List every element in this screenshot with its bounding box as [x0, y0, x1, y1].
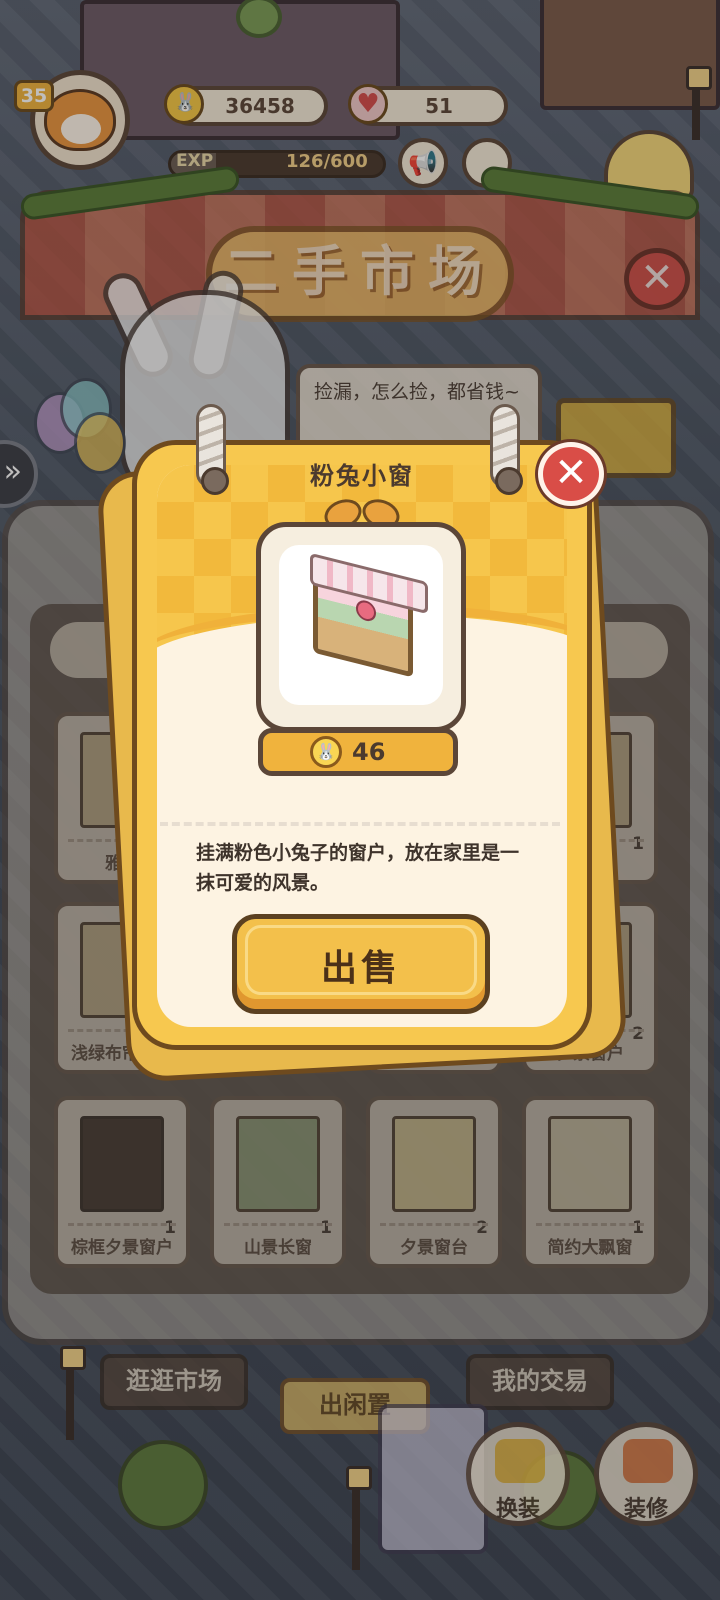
item-preview-frame — [256, 522, 466, 732]
item-description: 挂满粉色小兔子的窗户，放在家里是一抹可爱的风景。 — [196, 842, 520, 894]
modal-title: 粉兔小窗 — [310, 462, 414, 490]
price-value: 46 — [352, 738, 386, 766]
close-icon[interactable]: ✕ — [538, 442, 604, 506]
sell-button-label: 出售 — [320, 948, 401, 989]
divider — [160, 822, 560, 826]
pink-bunny-window-icon — [313, 562, 413, 678]
bunny-coin-icon: 🐰 — [310, 736, 342, 768]
sell-button[interactable]: 出售 — [232, 914, 490, 1014]
